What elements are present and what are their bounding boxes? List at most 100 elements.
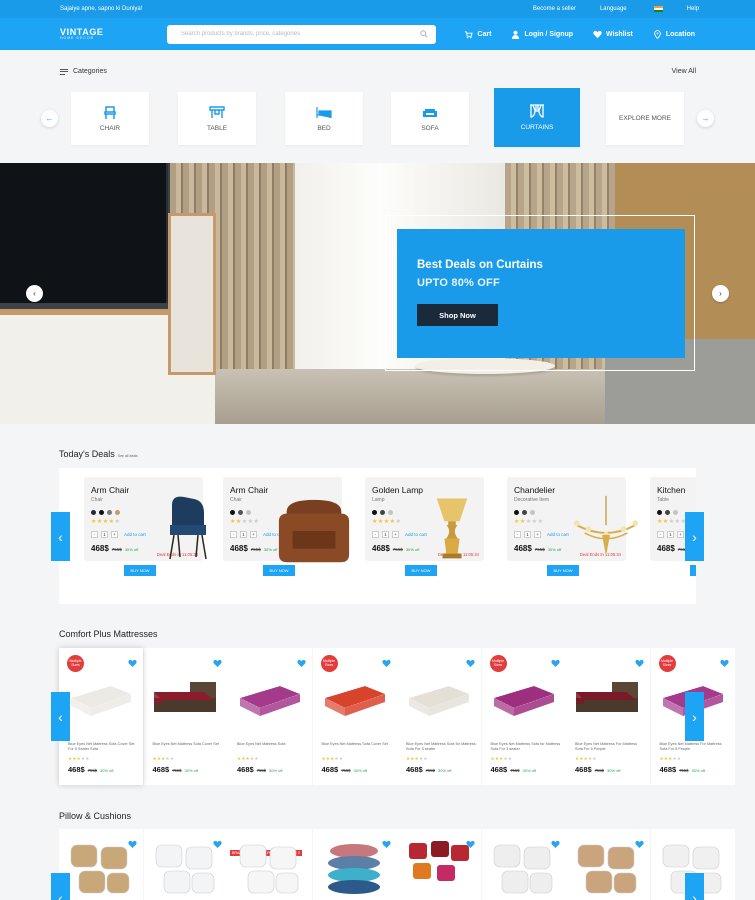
- pillow-card[interactable]: [566, 829, 650, 900]
- flag-icon[interactable]: [653, 6, 663, 12]
- deals-next-arrow-icon[interactable]: ›: [685, 512, 704, 561]
- heart-icon[interactable]: [719, 654, 729, 667]
- pillow-card[interactable]: [59, 829, 143, 900]
- color-swatch[interactable]: [673, 509, 678, 515]
- mattress-card[interactable]: Blue Eyes Net Mattress For Mattress Sofa…: [566, 648, 650, 785]
- color-swatch[interactable]: [530, 509, 535, 515]
- shop-now-button[interactable]: Shop Now: [417, 304, 498, 326]
- product-image[interactable]: [488, 676, 558, 726]
- mattress-card[interactable]: Multiple Sizes Blue Eyes Net Mattress Sof…: [481, 648, 566, 785]
- heart-icon[interactable]: [297, 654, 306, 667]
- qty-plus-button[interactable]: +: [111, 530, 118, 538]
- deal-card[interactable]: Golden Lamp Lamp ★★★★★ -1 + Add to cart 468$ 75…: [365, 477, 484, 595]
- product-image[interactable]: [319, 676, 389, 726]
- product-image[interactable]: [433, 493, 471, 568]
- product-image[interactable]: [150, 676, 220, 726]
- buy-now-button[interactable]: BUY NOW: [547, 565, 579, 576]
- product-image[interactable]: [164, 495, 214, 565]
- color-swatch[interactable]: [107, 509, 112, 515]
- deal-card[interactable]: Chandelier Decorative Item ★★★★★ -1 + Add to …: [507, 477, 639, 595]
- view-all-link[interactable]: View All: [672, 68, 696, 75]
- wishlist-button[interactable]: Wishlist: [593, 30, 633, 39]
- add-to-cart-link[interactable]: Add to cart: [124, 532, 146, 537]
- product-image[interactable]: [488, 837, 558, 894]
- language-selector[interactable]: Language: [600, 6, 627, 12]
- buy-now-button[interactable]: BUY NOW: [405, 565, 437, 576]
- pillows-prev-arrow-icon[interactable]: ‹: [51, 873, 70, 900]
- color-swatch[interactable]: [230, 509, 235, 515]
- color-swatch[interactable]: [380, 509, 385, 515]
- product-image[interactable]: [234, 837, 304, 894]
- buy-now-button[interactable]: BUY NOW: [690, 565, 696, 576]
- qty-plus-button[interactable]: +: [534, 530, 541, 538]
- heart-icon[interactable]: [128, 654, 137, 667]
- category-table[interactable]: TABLE: [178, 92, 256, 145]
- color-swatch[interactable]: [99, 509, 104, 515]
- qty-minus-button[interactable]: -: [91, 530, 98, 538]
- categories-prev-arrow-icon[interactable]: ←: [41, 110, 58, 127]
- qty-minus-button[interactable]: -: [230, 530, 237, 538]
- search-input[interactable]: [181, 31, 420, 37]
- qty-plus-button[interactable]: +: [677, 530, 684, 538]
- color-swatch[interactable]: [388, 509, 393, 515]
- deal-card[interactable]: Arm Chair Chair ★★★★★ -1 + Add to cart 468$ 755…: [223, 477, 350, 595]
- heart-icon[interactable]: [466, 654, 475, 667]
- qty-minus-button[interactable]: -: [657, 530, 664, 538]
- location-button[interactable]: Location: [653, 29, 695, 39]
- product-image[interactable]: [572, 676, 642, 726]
- mattress-card[interactable]: Blue Eyes Net Mattress Sofa Cover Set ★★★…: [143, 648, 228, 785]
- categories-next-arrow-icon[interactable]: →: [697, 110, 714, 127]
- cart-button[interactable]: Cart: [464, 30, 491, 39]
- mattresses-next-arrow-icon[interactable]: ›: [685, 692, 704, 741]
- color-swatch[interactable]: [665, 509, 670, 515]
- heart-icon[interactable]: [635, 654, 644, 667]
- deal-card[interactable]: Arm Chair Chair ★★★★★ -1 + Add to cart 468$ 755…: [84, 477, 207, 595]
- qty-minus-button[interactable]: -: [514, 530, 521, 538]
- product-image[interactable]: [65, 837, 135, 894]
- pillows-next-arrow-icon[interactable]: ›: [685, 873, 704, 900]
- search-icon[interactable]: [420, 30, 428, 38]
- pillow-card[interactable]: [312, 829, 397, 900]
- category-explore-more[interactable]: EXPLORE MORE: [606, 92, 684, 145]
- color-swatch[interactable]: [657, 509, 662, 515]
- see-all-deals-link[interactable]: See all deals: [118, 454, 138, 458]
- logo[interactable]: VINTAGE HOME DECOR: [60, 27, 167, 41]
- qty-minus-button[interactable]: -: [372, 530, 379, 538]
- mattress-card[interactable]: Multiple Sizes Blue Eyes Net Mattress Sof…: [59, 648, 143, 785]
- mattress-card[interactable]: Multiple Sizes Blue Eyes Net Mattress Sof…: [312, 648, 397, 785]
- color-swatch[interactable]: [246, 509, 251, 515]
- pillow-card[interactable]: [397, 829, 481, 900]
- categories-menu[interactable]: Categories: [60, 68, 107, 75]
- qty-value[interactable]: 1: [101, 530, 108, 538]
- product-image[interactable]: [567, 495, 645, 570]
- category-bed[interactable]: BED: [285, 92, 363, 145]
- category-curtains[interactable]: CURTAINS: [494, 88, 580, 147]
- buy-now-button[interactable]: BUY NOW: [263, 565, 295, 576]
- heart-icon[interactable]: [381, 654, 391, 667]
- pillow-card[interactable]: [481, 829, 566, 900]
- product-image[interactable]: [234, 676, 304, 726]
- pillow-card[interactable]: BRANDED RECRON PILLOW - SET OF 2: [228, 829, 312, 900]
- qty-value[interactable]: 1: [524, 530, 531, 538]
- product-image[interactable]: [572, 837, 642, 894]
- qty-value[interactable]: 1: [382, 530, 389, 538]
- mattress-card[interactable]: Blue Eyes Net Mattress Sofa ★★★★★ 468$ 755$…: [228, 648, 312, 785]
- buy-now-button[interactable]: BUY NOW: [124, 565, 156, 576]
- add-to-cart-link[interactable]: Add to cart: [547, 532, 569, 537]
- product-image[interactable]: [403, 676, 473, 726]
- category-sofa[interactable]: SOFA: [391, 92, 469, 145]
- color-swatch[interactable]: [91, 509, 96, 515]
- product-image[interactable]: [403, 837, 473, 887]
- color-swatch[interactable]: [514, 509, 519, 515]
- qty-value[interactable]: 1: [667, 530, 674, 538]
- product-image[interactable]: [65, 676, 135, 726]
- qty-value[interactable]: 1: [240, 530, 247, 538]
- product-image[interactable]: [319, 837, 389, 894]
- pillow-card[interactable]: [143, 829, 228, 900]
- add-to-cart-link[interactable]: Add to cart: [405, 532, 427, 537]
- color-swatch[interactable]: [372, 509, 377, 515]
- heart-icon[interactable]: [550, 654, 560, 667]
- category-chair[interactable]: CHAIR: [71, 92, 149, 145]
- qty-plus-button[interactable]: +: [250, 530, 257, 538]
- deals-prev-arrow-icon[interactable]: ‹: [51, 512, 70, 561]
